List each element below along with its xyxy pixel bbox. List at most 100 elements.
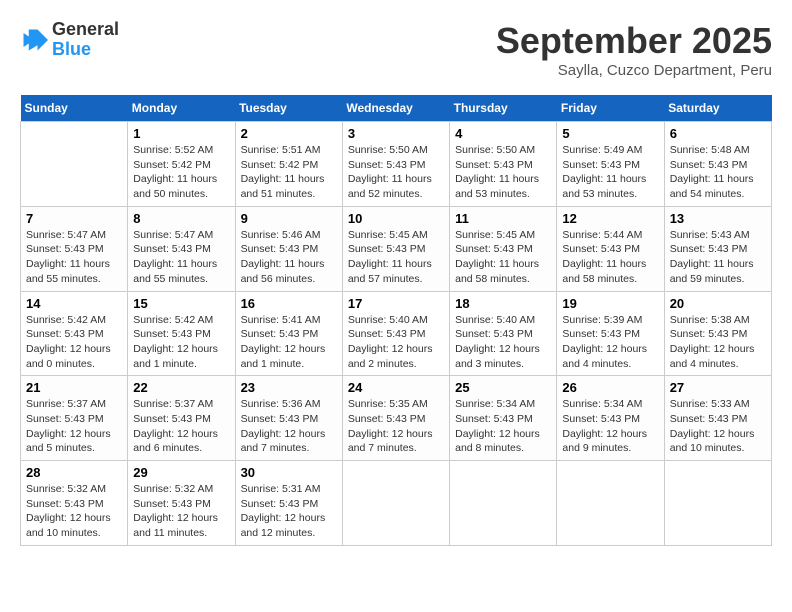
calendar-body: 1 Sunrise: 5:52 AMSunset: 5:42 PMDaylight… xyxy=(21,122,772,546)
calendar-table: Sunday Monday Tuesday Wednesday Thursday… xyxy=(20,95,772,546)
day-number: 18 xyxy=(455,296,551,311)
day-number: 29 xyxy=(133,465,229,480)
calendar-cell: 18 Sunrise: 5:40 AMSunset: 5:43 PMDayligh… xyxy=(450,291,557,376)
cell-info: Sunrise: 5:51 AMSunset: 5:42 PMDaylight:… xyxy=(241,143,337,202)
cell-info: Sunrise: 5:52 AMSunset: 5:42 PMDaylight:… xyxy=(133,143,229,202)
day-number: 20 xyxy=(670,296,766,311)
cell-info: Sunrise: 5:40 AMSunset: 5:43 PMDaylight:… xyxy=(348,313,444,372)
cell-info: Sunrise: 5:46 AMSunset: 5:43 PMDaylight:… xyxy=(241,228,337,287)
calendar-cell: 7Sunrise: 5:47 AMSunset: 5:43 PMDaylight… xyxy=(21,206,128,291)
calendar-cell: 11 Sunrise: 5:45 AMSunset: 5:43 PMDayligh… xyxy=(450,206,557,291)
calendar-cell: 29 Sunrise: 5:32 AMSunset: 5:43 PMDayligh… xyxy=(128,461,235,546)
calendar-cell: 6Sunrise: 5:48 AMSunset: 5:43 PMDaylight… xyxy=(664,122,771,207)
col-tuesday: Tuesday xyxy=(235,95,342,122)
calendar-cell: 16 Sunrise: 5:41 AMSunset: 5:43 PMDayligh… xyxy=(235,291,342,376)
day-number: 14 xyxy=(26,296,122,311)
cell-info: Sunrise: 5:40 AMSunset: 5:43 PMDaylight:… xyxy=(455,313,551,372)
day-number: 10 xyxy=(348,211,444,226)
week-row-1: 1 Sunrise: 5:52 AMSunset: 5:42 PMDaylight… xyxy=(21,122,772,207)
calendar-cell: 14 Sunrise: 5:42 AMSunset: 5:43 PMDayligh… xyxy=(21,291,128,376)
col-monday: Monday xyxy=(128,95,235,122)
cell-info: Sunrise: 5:32 AMSunset: 5:43 PMDaylight:… xyxy=(133,482,229,541)
cell-info: Sunrise: 5:42 AMSunset: 5:43 PMDaylight:… xyxy=(133,313,229,372)
cell-info: Sunrise: 5:34 AMSunset: 5:43 PMDaylight:… xyxy=(562,397,658,456)
day-number: 4 xyxy=(455,126,551,141)
page-header: General Blue September 2025 Saylla, Cuzc… xyxy=(20,20,772,79)
calendar-cell: 21 Sunrise: 5:37 AMSunset: 5:43 PMDayligh… xyxy=(21,376,128,461)
col-sunday: Sunday xyxy=(21,95,128,122)
calendar-cell: 25Sunrise: 5:34 AMSunset: 5:43 PMDayligh… xyxy=(450,376,557,461)
day-number: 26 xyxy=(562,380,658,395)
day-number: 17 xyxy=(348,296,444,311)
logo-line2: Blue xyxy=(52,40,119,60)
col-thursday: Thursday xyxy=(450,95,557,122)
day-number: 6 xyxy=(670,126,766,141)
day-number: 11 xyxy=(455,211,551,226)
title-area: September 2025 Saylla, Cuzco Department,… xyxy=(496,20,772,79)
cell-info: Sunrise: 5:47 AMSunset: 5:43 PMDaylight:… xyxy=(26,228,122,287)
cell-info: Sunrise: 5:43 AMSunset: 5:43 PMDaylight:… xyxy=(670,228,766,287)
calendar-cell: 1 Sunrise: 5:52 AMSunset: 5:42 PMDaylight… xyxy=(128,122,235,207)
calendar-cell xyxy=(21,122,128,207)
calendar-cell: 4 Sunrise: 5:50 AMSunset: 5:43 PMDaylight… xyxy=(450,122,557,207)
calendar-cell: 13 Sunrise: 5:43 AMSunset: 5:43 PMDayligh… xyxy=(664,206,771,291)
day-number: 5 xyxy=(562,126,658,141)
cell-info: Sunrise: 5:31 AMSunset: 5:43 PMDaylight:… xyxy=(241,482,337,541)
calendar-cell: 23Sunrise: 5:36 AMSunset: 5:43 PMDayligh… xyxy=(235,376,342,461)
cell-info: Sunrise: 5:50 AMSunset: 5:43 PMDaylight:… xyxy=(455,143,551,202)
day-number: 23 xyxy=(241,380,337,395)
calendar-cell: 10Sunrise: 5:45 AMSunset: 5:43 PMDayligh… xyxy=(342,206,449,291)
calendar-cell: 30Sunrise: 5:31 AMSunset: 5:43 PMDayligh… xyxy=(235,461,342,546)
calendar-header: Sunday Monday Tuesday Wednesday Thursday… xyxy=(21,95,772,122)
location-subtitle: Saylla, Cuzco Department, Peru xyxy=(496,62,772,79)
cell-info: Sunrise: 5:38 AMSunset: 5:43 PMDaylight:… xyxy=(670,313,766,372)
week-row-4: 21 Sunrise: 5:37 AMSunset: 5:43 PMDayligh… xyxy=(21,376,772,461)
calendar-cell: 2 Sunrise: 5:51 AMSunset: 5:42 PMDaylight… xyxy=(235,122,342,207)
day-number: 8 xyxy=(133,211,229,226)
day-number: 21 xyxy=(26,380,122,395)
logo-icon xyxy=(20,26,48,54)
calendar-cell xyxy=(557,461,664,546)
calendar-cell xyxy=(664,461,771,546)
calendar-cell: 17 Sunrise: 5:40 AMSunset: 5:43 PMDayligh… xyxy=(342,291,449,376)
calendar-cell: 20 Sunrise: 5:38 AMSunset: 5:43 PMDayligh… xyxy=(664,291,771,376)
cell-info: Sunrise: 5:50 AMSunset: 5:43 PMDaylight:… xyxy=(348,143,444,202)
day-number: 13 xyxy=(670,211,766,226)
logo-line1: General xyxy=(52,20,119,40)
day-number: 12 xyxy=(562,211,658,226)
day-number: 15 xyxy=(133,296,229,311)
calendar-cell: 3Sunrise: 5:50 AMSunset: 5:43 PMDaylight… xyxy=(342,122,449,207)
day-number: 1 xyxy=(133,126,229,141)
col-wednesday: Wednesday xyxy=(342,95,449,122)
day-number: 2 xyxy=(241,126,337,141)
calendar-cell: 8 Sunrise: 5:47 AMSunset: 5:43 PMDaylight… xyxy=(128,206,235,291)
day-number: 25 xyxy=(455,380,551,395)
calendar-cell: 27Sunrise: 5:33 AMSunset: 5:43 PMDayligh… xyxy=(664,376,771,461)
calendar-cell: 9Sunrise: 5:46 AMSunset: 5:43 PMDaylight… xyxy=(235,206,342,291)
day-number: 22 xyxy=(133,380,229,395)
cell-info: Sunrise: 5:37 AMSunset: 5:43 PMDaylight:… xyxy=(133,397,229,456)
day-number: 16 xyxy=(241,296,337,311)
cell-info: Sunrise: 5:37 AMSunset: 5:43 PMDaylight:… xyxy=(26,397,122,456)
cell-info: Sunrise: 5:47 AMSunset: 5:43 PMDaylight:… xyxy=(133,228,229,287)
calendar-cell: 5 Sunrise: 5:49 AMSunset: 5:43 PMDaylight… xyxy=(557,122,664,207)
calendar-cell: 28Sunrise: 5:32 AMSunset: 5:43 PMDayligh… xyxy=(21,461,128,546)
cell-info: Sunrise: 5:45 AMSunset: 5:43 PMDaylight:… xyxy=(455,228,551,287)
week-row-2: 7Sunrise: 5:47 AMSunset: 5:43 PMDaylight… xyxy=(21,206,772,291)
cell-info: Sunrise: 5:35 AMSunset: 5:43 PMDaylight:… xyxy=(348,397,444,456)
calendar-cell: 22 Sunrise: 5:37 AMSunset: 5:43 PMDayligh… xyxy=(128,376,235,461)
cell-info: Sunrise: 5:41 AMSunset: 5:43 PMDaylight:… xyxy=(241,313,337,372)
cell-info: Sunrise: 5:39 AMSunset: 5:43 PMDaylight:… xyxy=(562,313,658,372)
calendar-cell xyxy=(450,461,557,546)
day-number: 19 xyxy=(562,296,658,311)
day-number: 27 xyxy=(670,380,766,395)
cell-info: Sunrise: 5:32 AMSunset: 5:43 PMDaylight:… xyxy=(26,482,122,541)
logo-text: General Blue xyxy=(52,20,119,60)
calendar-cell: 15 Sunrise: 5:42 AMSunset: 5:43 PMDayligh… xyxy=(128,291,235,376)
cell-info: Sunrise: 5:42 AMSunset: 5:43 PMDaylight:… xyxy=(26,313,122,372)
cell-info: Sunrise: 5:49 AMSunset: 5:43 PMDaylight:… xyxy=(562,143,658,202)
week-row-5: 28Sunrise: 5:32 AMSunset: 5:43 PMDayligh… xyxy=(21,461,772,546)
col-friday: Friday xyxy=(557,95,664,122)
calendar-cell: 12Sunrise: 5:44 AMSunset: 5:43 PMDayligh… xyxy=(557,206,664,291)
calendar-cell: 24Sunrise: 5:35 AMSunset: 5:43 PMDayligh… xyxy=(342,376,449,461)
